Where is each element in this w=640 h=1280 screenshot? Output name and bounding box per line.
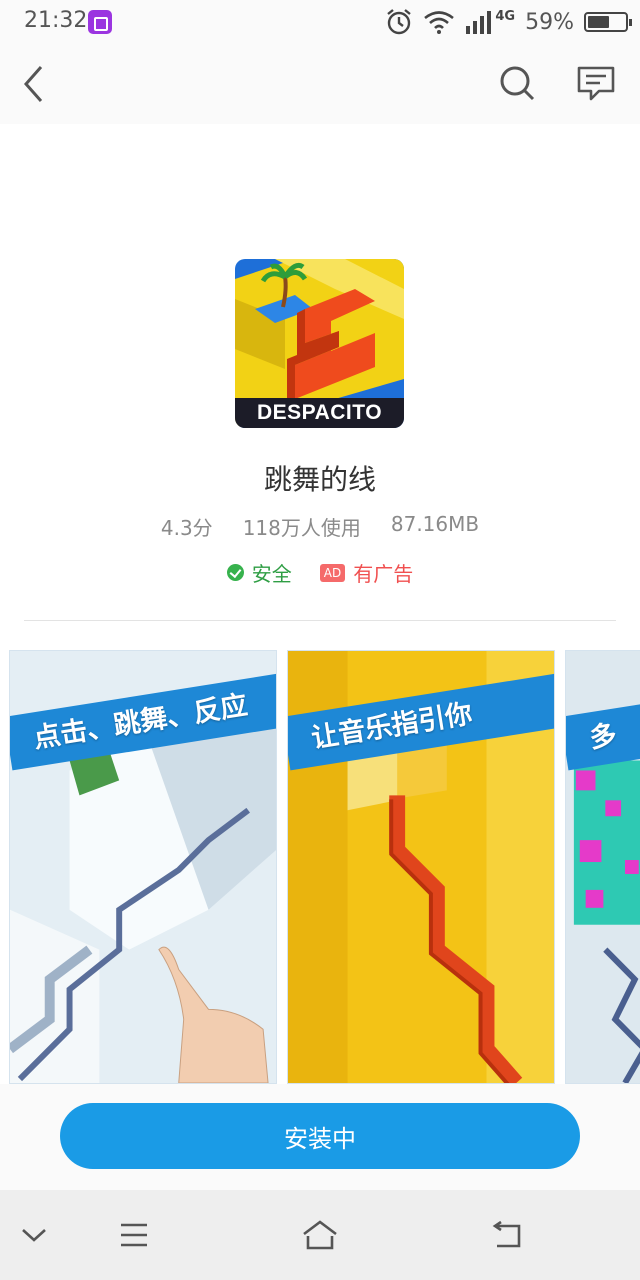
home-button[interactable] [295, 1210, 345, 1260]
home-icon [303, 1220, 337, 1250]
back-icon [492, 1220, 521, 1248]
top-nav [0, 44, 640, 124]
app-meta: 4.3分 118万人使用 87.16MB [0, 512, 640, 541]
app-badges: 安全 AD 有广告 [0, 558, 640, 587]
signal-icon [466, 11, 492, 34]
safe-badge[interactable]: 安全 [226, 558, 292, 587]
menu-icon [121, 1223, 147, 1247]
comment-button[interactable] [572, 60, 620, 108]
ad-badge[interactable]: AD 有广告 [319, 558, 414, 587]
ad-chip: AD [319, 563, 346, 582]
ad-label: 有广告 [353, 562, 414, 586]
install-button[interactable]: 安装中 [60, 1103, 580, 1169]
back-button[interactable] [10, 60, 58, 108]
screenshot-carousel[interactable]: 点击、跳舞、反应 让音乐指引你 多 [0, 650, 640, 1084]
battery-icon [584, 12, 632, 32]
search-button[interactable] [494, 60, 542, 108]
battery-percent: 59% [525, 9, 574, 35]
screenshot-2[interactable]: 让音乐指引你 [287, 650, 555, 1084]
status-bar: 21:32 4G 59% [0, 0, 640, 44]
app-icon-caption: DESPACITO [235, 398, 404, 428]
app-rating: 4.3分 [160, 516, 213, 540]
comment-icon [577, 66, 615, 101]
bottom-nav [0, 1190, 640, 1280]
battery-fill [588, 16, 610, 28]
check-shield-icon [226, 564, 244, 581]
safe-label: 安全 [251, 562, 292, 586]
status-time: 21:32 [24, 8, 88, 33]
collapse-icon [22, 1229, 46, 1242]
network-type: 4G [495, 8, 516, 24]
divider [24, 620, 616, 621]
search-icon [500, 66, 535, 101]
app-icon: DESPACITO [235, 259, 404, 428]
wifi-icon [424, 11, 455, 34]
app-size: 87.16MB [390, 512, 480, 536]
app-name: 跳舞的线 [263, 463, 376, 496]
alarm-icon [387, 9, 412, 35]
screen-record-icon [88, 10, 112, 34]
screenshot-3[interactable]: 多 [565, 650, 640, 1084]
collapse-button[interactable] [9, 1210, 59, 1260]
app-users: 118万人使用 [242, 516, 361, 540]
menu-button[interactable] [109, 1210, 159, 1260]
screenshot-1[interactable]: 点击、跳舞、反应 [9, 650, 277, 1084]
back-arrow-icon [23, 66, 43, 102]
install-area: 安装中 [0, 1084, 640, 1190]
status-indicators: 4G 59% [385, 6, 632, 38]
back-nav-button[interactable] [482, 1210, 532, 1260]
